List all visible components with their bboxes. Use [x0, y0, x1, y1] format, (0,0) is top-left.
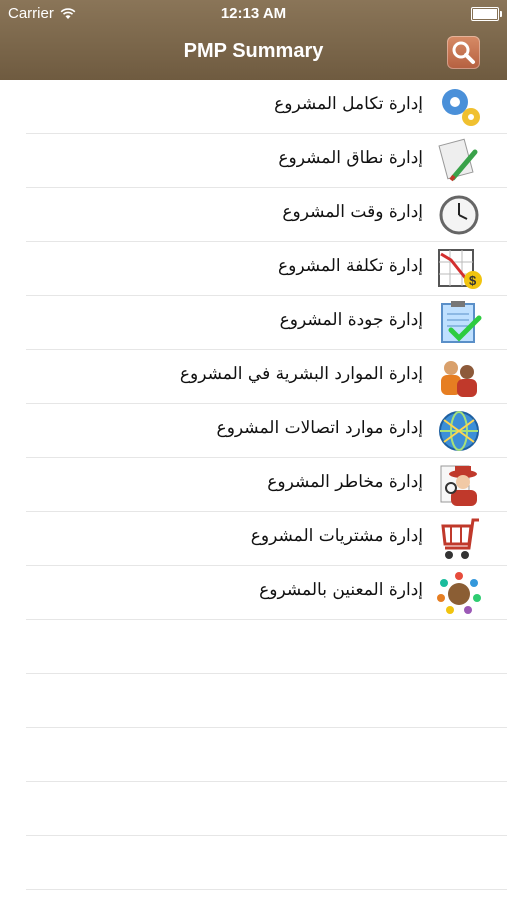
search-icon	[452, 41, 475, 64]
item-label: إدارة جودة المشروع	[279, 310, 423, 330]
empty-row	[0, 728, 507, 782]
list-item[interactable]: إدارة تكامل المشروع	[0, 80, 507, 134]
globe-network-icon	[439, 411, 479, 451]
page-title: PMP Summary	[183, 40, 324, 62]
shopping-cart-icon	[441, 518, 479, 559]
list-item[interactable]: إدارة مشتريات المشروع	[0, 512, 507, 566]
navigation-bar: Carrier 12:13 AM PMP Summary	[0, 0, 507, 80]
clock-icon	[439, 195, 479, 235]
gears-icon	[442, 89, 480, 126]
list-item[interactable]: إدارة موارد اتصالات المشروع	[0, 404, 507, 458]
risk-spy-icon	[440, 465, 477, 506]
battery-icon	[471, 7, 502, 21]
quality-checklist-icon	[441, 301, 482, 343]
item-label: إدارة موارد اتصالات المشروع	[216, 418, 423, 438]
list-item[interactable]: إدارة وقت المشروع	[0, 188, 507, 242]
list-item[interactable]: إدارة تكلفة المشروع $	[0, 242, 507, 296]
item-label: إدارة المعنين بالمشروع	[259, 580, 423, 600]
item-label: إدارة نطاق المشروع	[278, 148, 423, 168]
list-item[interactable]: إدارة جودة المشروع	[0, 296, 507, 350]
search-button[interactable]	[447, 36, 480, 69]
document-pen-icon	[438, 138, 478, 182]
item-label: إدارة مشتريات المشروع	[250, 526, 423, 546]
item-label: إدارة مخاطر المشروع	[267, 472, 423, 492]
item-label: إدارة الموارد البشرية في المشروع	[179, 364, 423, 384]
list-item[interactable]: إدارة نطاق المشروع	[0, 134, 507, 188]
stakeholders-icon	[437, 572, 481, 614]
list-item[interactable]: إدارة المعنين بالمشروع	[0, 566, 507, 620]
people-icon	[441, 361, 477, 397]
status-bar: Carrier 12:13 AM	[0, 0, 507, 28]
item-label: إدارة وقت المشروع	[282, 202, 423, 222]
clock-time: 12:13 AM	[220, 5, 287, 22]
item-label: إدارة تكامل المشروع	[274, 94, 423, 114]
empty-row	[0, 836, 507, 890]
empty-row	[0, 782, 507, 836]
svg-text:$: $	[469, 273, 477, 288]
cost-chart-icon: $	[438, 249, 482, 289]
empty-row	[0, 620, 507, 674]
list-item[interactable]: إدارة الموارد البشرية في المشروع	[0, 350, 507, 404]
empty-row	[0, 674, 507, 728]
list-item[interactable]: إدارة مخاطر المشروع	[0, 458, 507, 512]
topics-list: إدارة تكامل المشروع إدارة نطاق المشروع إ…	[0, 80, 507, 890]
item-label: إدارة تكلفة المشروع	[277, 256, 423, 276]
